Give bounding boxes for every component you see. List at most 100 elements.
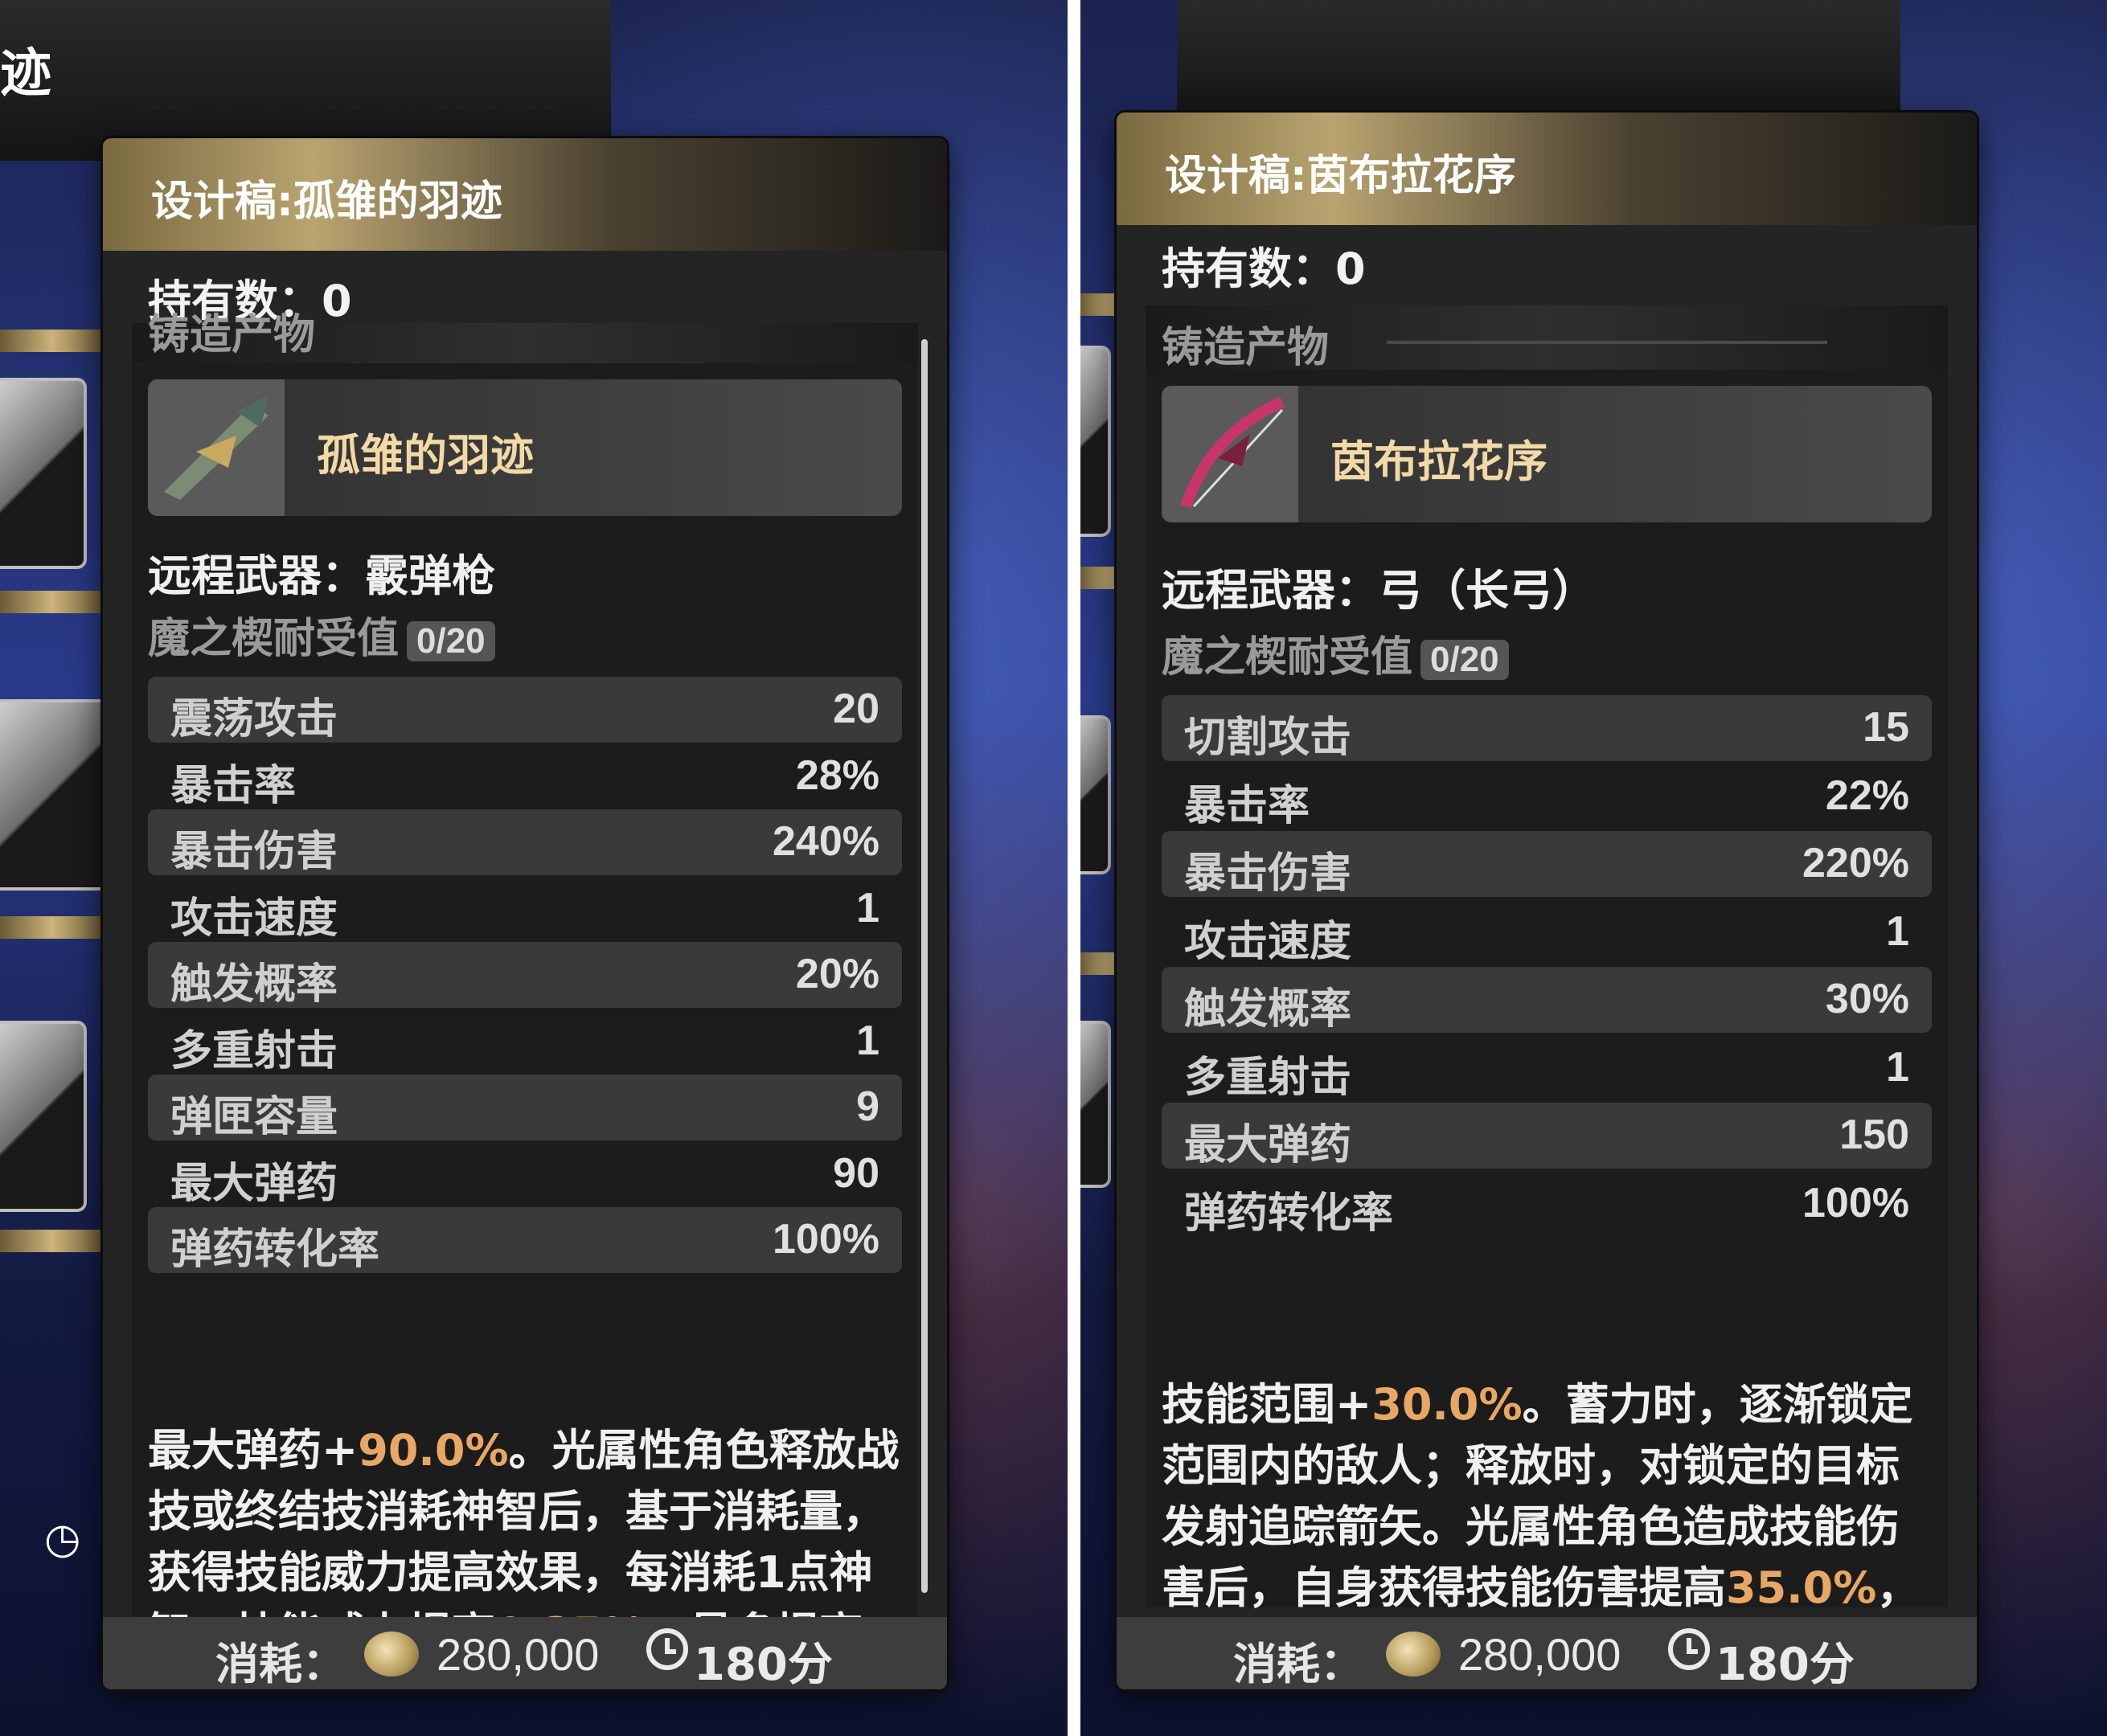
- stat-row: 弹药转化率 100%: [148, 1207, 902, 1274]
- stat-name: 弹药转化率: [1184, 1189, 1394, 1238]
- stat-row: 触发概率 20%: [148, 942, 902, 1009]
- tolerance-label: 魔之楔耐受值: [148, 615, 400, 663]
- craft-time: 180分: [1716, 1639, 1855, 1689]
- list-item-thumbnail[interactable]: [0, 699, 111, 891]
- stat-row: 切割攻击 15: [1162, 695, 1932, 762]
- list-gold-bar: [0, 1230, 105, 1252]
- weapon-type: 远程武器：弓（长弓）: [1162, 565, 1596, 616]
- stat-name: 触发概率: [170, 960, 338, 1009]
- background-header-panel: [0, 0, 611, 161]
- stat-name: 多重射击: [1184, 1053, 1352, 1102]
- scrollbar[interactable]: [921, 339, 928, 1593]
- stat-name: 切割攻击: [1184, 714, 1352, 762]
- list-item-thumbnail[interactable]: [1080, 715, 1111, 874]
- scroll-content[interactable]: 铸造产物 孤雏的羽迹 远程武器：霰弹枪 魔之楔耐受值 0/20 震荡攻击 20 暴击率…: [132, 311, 918, 1689]
- stat-row: 多重射击 1: [148, 1009, 902, 1075]
- list-gold-bar: [0, 916, 105, 939]
- stat-name: 弹匣容量: [170, 1093, 338, 1141]
- blueprint-title: 设计稿:孤雏的羽迹: [151, 178, 502, 226]
- description-text: 。光属性角色释放战: [508, 1425, 900, 1476]
- stat-row: 震荡攻击 20: [148, 677, 902, 743]
- stat-value: 30%: [1825, 976, 1909, 1022]
- cost-footer: 消耗： 280,000 180分: [103, 1617, 947, 1689]
- stat-value: 1: [1886, 907, 1909, 955]
- description-text: 最大弹药+: [148, 1425, 359, 1476]
- clock-icon: [1668, 1628, 1710, 1670]
- stat-value: 28%: [795, 751, 879, 799]
- highlight-value: 35.0%: [1726, 1562, 1877, 1613]
- tolerance: 魔之楔耐受值 0/20: [1162, 623, 1509, 683]
- stat-name: 暴击伤害: [170, 828, 338, 876]
- stat-name: 攻击速度: [1184, 917, 1352, 966]
- description-line: 技能范围+30.0%。蓄力时，逐渐锁定: [1162, 1374, 1932, 1435]
- section-header-partial: 铸造产物: [132, 311, 918, 363]
- stat-name: 暴击伤害: [1184, 850, 1352, 898]
- stat-row: 最大弹药 90: [148, 1141, 902, 1208]
- description-text: 发射追踪箭矢。光属性角色造成技能伤: [1162, 1501, 1900, 1552]
- stat-value: 150: [1839, 1112, 1909, 1158]
- description-text: 害后，自身获得技能伤害提高: [1162, 1562, 1726, 1613]
- product-card[interactable]: 茵布拉花序: [1162, 386, 1932, 522]
- blueprint-title: 设计稿:茵布拉花序: [1165, 152, 1516, 200]
- stat-value: 20%: [795, 951, 879, 997]
- product-name: 茵布拉花序: [1330, 436, 1547, 487]
- stat-value: 100%: [1802, 1179, 1909, 1226]
- stat-value: 15: [1863, 704, 1909, 751]
- stat-value: 1: [856, 1017, 879, 1064]
- stat-name: 多重射击: [170, 1026, 338, 1075]
- description-line: 技或终结技消耗神智后，基于消耗量，: [148, 1481, 902, 1542]
- weapon-type: 远程武器：霰弹枪: [148, 551, 495, 601]
- product-card[interactable]: 孤雏的羽迹: [148, 379, 902, 516]
- stat-name: 暴击率: [170, 761, 297, 810]
- list-gold-bar: [0, 330, 105, 352]
- background-title: 迹: [0, 44, 51, 104]
- cost-label: 消耗：: [215, 1639, 346, 1689]
- cost-value: 280,000: [1458, 1629, 1621, 1680]
- stat-value: 20: [833, 686, 879, 732]
- stat-row: 弹药转化率 100%: [1162, 1171, 1932, 1238]
- description-line: 发射追踪箭矢。光属性角色造成技能伤: [1162, 1496, 1932, 1558]
- coin-icon: [1386, 1632, 1441, 1677]
- list-gold-bar: [0, 591, 105, 613]
- blueprint-detail-panel: 设计稿:孤雏的羽迹 持有数：0 铸造产物 孤雏的羽迹 远程武器：霰弹枪 魔之楔耐…: [103, 138, 947, 1689]
- cost-value: 280,000: [437, 1629, 600, 1680]
- highlight-value: 90.0%: [358, 1425, 509, 1476]
- cost-footer: 消耗： 280,000 180分: [1117, 1617, 1977, 1689]
- list-item-thumbnail[interactable]: [1080, 1021, 1111, 1188]
- section-label: 铸造产物: [148, 311, 316, 359]
- stat-name: 弹药转化率: [170, 1226, 380, 1274]
- stat-value: 240%: [773, 818, 879, 865]
- stat-name: 最大弹药: [170, 1159, 338, 1208]
- stat-name: 暴击率: [1184, 781, 1310, 830]
- clock-icon: [646, 1628, 688, 1670]
- stat-value: 9: [856, 1083, 879, 1130]
- tolerance: 魔之楔耐受值 0/20: [148, 604, 495, 665]
- stat-value: 1: [856, 884, 879, 931]
- tolerance-badge: 0/20: [1420, 640, 1509, 680]
- stat-value: 100%: [773, 1216, 879, 1263]
- right-screenshot: 设计稿:茵布拉花序 持有数：0 铸造产物 茵布拉花序 远程武器：弓（长弓） 魔之…: [1080, 0, 2107, 1736]
- stat-value: 1: [1886, 1043, 1909, 1091]
- list-item-thumbnail[interactable]: [0, 1021, 87, 1212]
- cost-label: 消耗：: [1233, 1639, 1363, 1689]
- description-text: 获得技能威力提高效果，每消耗1点神: [148, 1547, 873, 1598]
- description-line: 范围内的敌人；释放时，对锁定的目标: [1162, 1435, 1932, 1496]
- shotgun-icon: [148, 379, 285, 516]
- tolerance-label: 魔之楔耐受值: [1162, 633, 1413, 682]
- stat-row: 暴击伤害 240%: [148, 809, 902, 876]
- stat-row: 暴击率 22%: [1162, 764, 1932, 830]
- description-line: 获得技能威力提高效果，每消耗1点神: [148, 1542, 902, 1603]
- image-divider: [1068, 0, 1080, 1736]
- stat-row: 暴击率 28%: [148, 743, 902, 810]
- product-name: 孤雏的羽迹: [317, 430, 534, 481]
- stat-row: 攻击速度 1: [1162, 899, 1932, 966]
- stat-row: 攻击速度 1: [148, 876, 902, 943]
- description-text: 技能范围+: [1162, 1379, 1372, 1430]
- stat-row: 最大弹药 150: [1162, 1103, 1932, 1169]
- description-line: 最大弹药+90.0%。光属性角色释放战: [148, 1420, 902, 1481]
- scroll-content[interactable]: 铸造产物 茵布拉花序 远程武器：弓（长弓） 魔之楔耐受值 0/20 切割攻击 15 暴…: [1146, 305, 1948, 1674]
- owned-count: 持有数：0: [1162, 244, 1366, 294]
- list-item-thumbnail[interactable]: [0, 378, 87, 569]
- description-text: 范围内的敌人；释放时，对锁定的目标: [1162, 1440, 1900, 1491]
- list-item-thumbnail[interactable]: [1080, 346, 1111, 537]
